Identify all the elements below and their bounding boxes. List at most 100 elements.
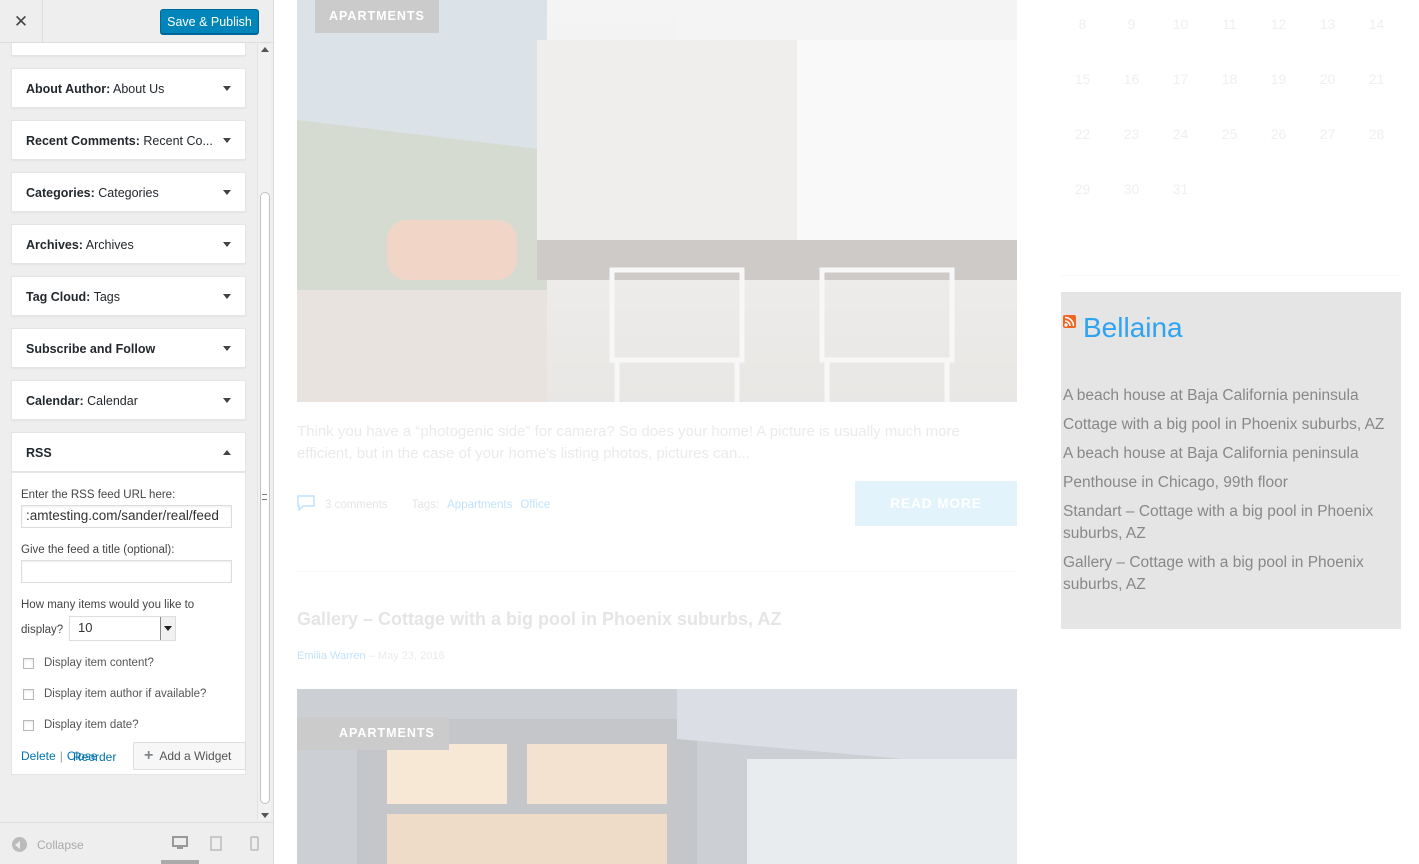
collapse-label: Collapse (37, 837, 84, 852)
widget-name: Archives: (26, 238, 83, 252)
calendar-day: 21 (1368, 71, 1385, 87)
chevron-down-icon[interactable] (223, 190, 231, 195)
rss-items-label: How many items would you like to (21, 599, 195, 611)
rss-items-select[interactable]: 10 (69, 616, 176, 641)
calendar-day: 28 (1368, 126, 1385, 142)
rss-widget-form: Enter the RSS feed URL here: :amtesting.… (11, 473, 246, 775)
comment-count[interactable]: 3 comments (325, 499, 388, 511)
chevron-down-icon[interactable] (223, 86, 231, 91)
plus-icon: + (144, 747, 154, 764)
add-widget-button[interactable]: + Add a Widget (133, 742, 246, 770)
calendar-day: 23 (1123, 126, 1140, 142)
chevron-down-icon[interactable] (223, 346, 231, 351)
chevron-down-icon[interactable] (223, 242, 231, 247)
widget-item-about-author[interactable]: About Author: About Us (11, 68, 246, 108)
rss-item-link[interactable]: Penthouse in Chicago, 99th floor (1063, 472, 1401, 494)
widget-item-categories[interactable]: Categories: Categories (11, 172, 246, 212)
rss-widget-title[interactable]: Bellaina (1083, 312, 1183, 344)
post-title[interactable]: Gallery – Cottage with a big pool in Pho… (297, 609, 781, 630)
widget-item-tag-cloud[interactable]: Tag Cloud: Tags (11, 276, 246, 316)
scroll-up-icon[interactable] (261, 47, 269, 52)
collapse-icon (12, 837, 27, 852)
rss-item-link[interactable]: A beach house at Baja California peninsu… (1063, 385, 1401, 407)
tablet-preview-icon[interactable] (210, 836, 222, 856)
calendar-widget: 8 9 10 11 12 13 14 15 16 17 18 19 20 21 … (1058, 0, 1403, 220)
mobile-preview-icon[interactable] (250, 836, 259, 856)
chevron-down-icon[interactable] (223, 294, 231, 299)
widget-item-rss[interactable]: RSS (11, 432, 246, 472)
widget-name: RSS (26, 446, 52, 460)
calendar-day: 8 (1078, 16, 1087, 32)
category-tag[interactable]: APARTMENTS (315, 0, 439, 33)
rss-item-link[interactable]: Cottage with a big pool in Phoenix subur… (1063, 414, 1401, 436)
comment-icon (297, 495, 315, 514)
calendar-day: 11 (1222, 16, 1237, 32)
byline-separator: – (365, 650, 378, 662)
post-divider (297, 571, 1017, 572)
rss-title-input[interactable] (21, 560, 232, 583)
save-publish-button[interactable]: Save & Publish (160, 9, 259, 34)
widget-item-subscribe[interactable]: Subscribe and Follow (11, 328, 246, 368)
site-preview: APARTMENTS Think you have a “photogenic … (274, 0, 1419, 864)
customizer-panel: ✕ Save & Publish About Author: About Us … (0, 0, 274, 864)
rss-items-value: 10 (78, 620, 93, 635)
widget-subtitle: Categories (94, 186, 159, 200)
widget-name: Subscribe and Follow (26, 342, 156, 356)
widget-name: Calendar: (26, 394, 84, 408)
widget-item-calendar[interactable]: Calendar: Calendar (11, 380, 246, 420)
reorder-link[interactable]: Reorder (73, 750, 116, 764)
add-widget-label: Add a Widget (159, 749, 232, 763)
calendar-day: 20 (1319, 71, 1336, 87)
category-tag[interactable]: APARTMENTS (297, 717, 449, 750)
post-author[interactable]: Emilia Warren (297, 650, 366, 662)
display-content-checkbox[interactable] (23, 657, 34, 669)
read-more-button[interactable]: READ MORE (855, 481, 1017, 526)
calendar-day: 9 (1127, 16, 1136, 32)
calendar-day: 22 (1074, 126, 1091, 142)
collapse-button[interactable]: Collapse (12, 837, 84, 852)
rss-url-label: Enter the RSS feed URL here: (21, 489, 176, 501)
widget-name: Categories: (26, 186, 95, 200)
widget-subtitle: Archives (82, 238, 134, 252)
display-content-option[interactable]: Display item content? (23, 657, 154, 669)
post-featured-image[interactable]: APARTMENTS (297, 689, 1017, 864)
display-date-option[interactable]: Display item date? (23, 719, 139, 731)
desktop-preview-icon[interactable] (172, 836, 188, 855)
display-content-label: Display item content? (44, 657, 154, 669)
sidebar-scrollbar[interactable] (257, 44, 271, 820)
chevron-down-icon[interactable] (160, 617, 175, 640)
rss-title-label: Give the feed a title (optional): (21, 544, 175, 556)
chevron-down-icon[interactable] (223, 138, 231, 143)
chevron-up-icon[interactable] (223, 450, 231, 455)
close-customizer-button[interactable]: ✕ (0, 0, 43, 43)
widget-item-partial[interactable] (11, 43, 246, 56)
widget-name: About Author: (26, 82, 111, 96)
tag-link[interactable]: Office (520, 499, 550, 511)
rss-widget-preview: Bellaina A beach house at Baja Californi… (1061, 292, 1401, 629)
calendar-day: 17 (1172, 71, 1189, 87)
rss-feed-icon[interactable] (1063, 315, 1076, 328)
widget-item-archives[interactable]: Archives: Archives (11, 224, 246, 264)
tags-label: Tags: (411, 498, 440, 511)
rss-items-label-2: display? (21, 624, 64, 636)
rss-item-list: A beach house at Baja California peninsu… (1063, 385, 1401, 603)
chevron-down-icon[interactable] (223, 398, 231, 403)
display-author-checkbox[interactable] (23, 688, 34, 700)
display-author-option[interactable]: Display item author if available? (23, 688, 206, 700)
widget-item-recent-comments[interactable]: Recent Comments: Recent Co... (11, 120, 246, 160)
rss-item-link[interactable]: Gallery – Cottage with a big pool in Pho… (1063, 552, 1401, 596)
scroll-down-icon[interactable] (261, 813, 269, 818)
calendar-day: 25 (1221, 126, 1238, 142)
post-meta: 3 comments Tags: Appartments Office (297, 495, 550, 514)
display-date-checkbox[interactable] (23, 719, 34, 731)
rss-url-input[interactable]: :amtesting.com/sander/real/feed (21, 505, 232, 528)
tag-link[interactable]: Appartments (447, 499, 512, 511)
display-author-label: Display item author if available? (44, 688, 207, 700)
post-date: May 23, 2016 (377, 650, 445, 662)
rss-item-link[interactable]: A beach house at Baja California peninsu… (1063, 443, 1401, 465)
widget-subtitle: About Us (110, 82, 165, 96)
post-featured-image[interactable]: APARTMENTS (297, 0, 1017, 402)
calendar-day: 12 (1270, 16, 1287, 32)
rss-item-link[interactable]: Standart – Cottage with a big pool in Ph… (1063, 501, 1401, 545)
post-excerpt: Think you have a “photogenic side” for c… (297, 423, 960, 462)
